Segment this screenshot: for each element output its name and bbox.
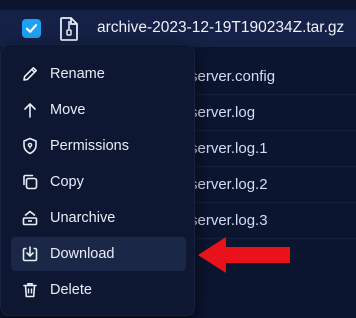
menu-item-copy[interactable]: Copy xyxy=(11,165,186,199)
file-row-archive[interactable]: archive-2023-12-19T190234Z.tar.gz xyxy=(0,10,356,47)
file-name[interactable]: server.log.3 xyxy=(190,212,268,229)
trash-icon xyxy=(19,279,41,301)
menu-item-label: Copy xyxy=(50,174,84,190)
menu-item-label: Delete xyxy=(50,282,92,298)
archive-file-icon xyxy=(60,17,78,41)
check-icon xyxy=(25,24,38,33)
download-icon xyxy=(19,243,41,265)
menu-item-delete[interactable]: Delete xyxy=(11,273,186,307)
menu-item-label: Download xyxy=(50,246,115,262)
copy-icon xyxy=(19,171,41,193)
menu-item-label: Unarchive xyxy=(50,210,116,226)
unarchive-icon xyxy=(19,207,41,229)
menu-item-download[interactable]: Download xyxy=(11,237,186,271)
context-menu: Rename Move Permissions Copy Unarchive D… xyxy=(0,44,195,316)
menu-item-label: Permissions xyxy=(50,138,129,154)
file-name[interactable]: server.config xyxy=(190,68,275,85)
file-name[interactable]: archive-2023-12-19T190234Z.tar.gz xyxy=(97,19,344,37)
menu-item-rename[interactable]: Rename xyxy=(11,57,186,91)
menu-item-permissions[interactable]: Permissions xyxy=(11,129,186,163)
file-name[interactable]: server.log.1 xyxy=(190,140,268,157)
arrow-up-icon xyxy=(19,99,41,121)
menu-item-unarchive[interactable]: Unarchive xyxy=(11,201,186,235)
annotation-arrow-icon xyxy=(198,237,290,273)
file-name[interactable]: server.log.2 xyxy=(190,176,268,193)
menu-item-move[interactable]: Move xyxy=(11,93,186,127)
shield-icon xyxy=(19,135,41,157)
pencil-icon xyxy=(19,63,41,85)
file-name[interactable]: server.log xyxy=(190,104,255,121)
select-checkbox[interactable] xyxy=(22,19,41,38)
menu-item-label: Move xyxy=(50,102,86,118)
menu-item-label: Rename xyxy=(50,66,105,82)
